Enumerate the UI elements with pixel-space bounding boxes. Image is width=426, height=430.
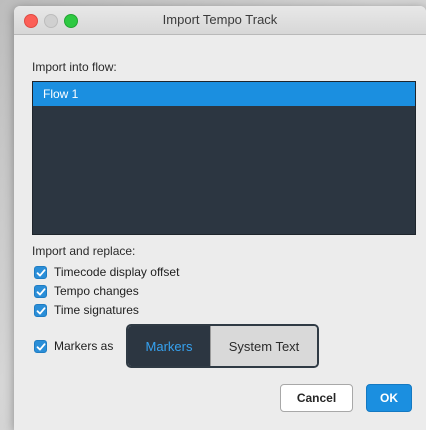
checkmark-icon [36,306,46,314]
title-bar: Import Tempo Track [14,6,426,35]
ok-button[interactable]: OK [366,384,412,412]
markers-as-label: Markers as [54,339,114,353]
checkmark-icon [36,342,46,350]
time-signatures-option[interactable]: Time signatures [34,302,139,318]
timecode-display-offset-label: Timecode display offset [54,265,180,279]
checkmark-icon [36,268,46,276]
checkmark-icon [36,287,46,295]
import-into-flow-label: Import into flow: [32,60,117,74]
cancel-button[interactable]: Cancel [280,384,353,412]
time-signatures-checkbox[interactable] [34,303,47,317]
timecode-display-offset-checkbox[interactable] [34,265,47,279]
tempo-changes-label: Tempo changes [54,284,139,298]
time-signatures-label: Time signatures [54,303,139,317]
markers-segment[interactable]: Markers [128,326,210,366]
import-tempo-track-dialog: Import Tempo Track Import into flow: Flo… [14,6,426,430]
tempo-changes-option[interactable]: Tempo changes [34,283,139,299]
markers-as-checkbox[interactable] [34,339,47,353]
import-and-replace-label: Import and replace: [32,244,136,258]
system-text-segment[interactable]: System Text [210,326,317,366]
timecode-display-offset-option[interactable]: Timecode display offset [34,264,179,280]
markers-as-option[interactable]: Markers as [34,338,113,354]
flow-list-item[interactable]: Flow 1 [33,82,415,106]
markers-as-segmented-control: Markers System Text [126,324,319,368]
tempo-changes-checkbox[interactable] [34,284,47,298]
flow-list[interactable]: Flow 1 [32,81,416,235]
window-title: Import Tempo Track [162,12,278,27]
